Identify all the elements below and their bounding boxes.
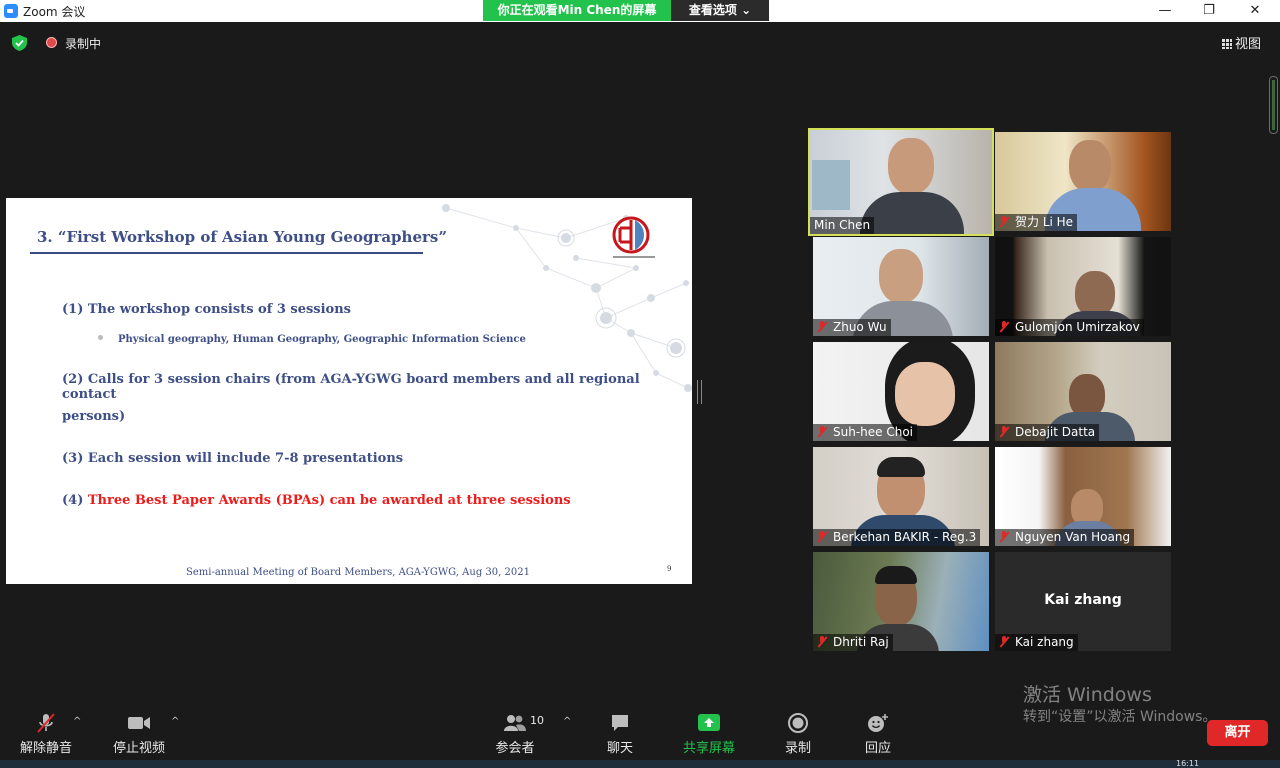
mic-muted-icon [37, 713, 55, 733]
activation-watermark-title: 激活 Windows [1023, 684, 1152, 706]
viewing-screen-banner: 你正在观看Min Chen的屏幕 [483, 0, 671, 21]
recording-icon [46, 37, 57, 48]
split-resize-handle[interactable] [697, 380, 702, 404]
mic-muted-icon [817, 426, 827, 437]
share-screen-button[interactable]: 共享屏幕 [678, 712, 740, 756]
mic-muted-icon [999, 426, 1009, 437]
participant-name: Zhuo Wu [813, 319, 891, 336]
slide-item-2: (2) Calls for 3 session chairs (from AGA… [62, 372, 640, 402]
shield-icon[interactable] [12, 35, 27, 51]
item-4-prefix: (4) [62, 493, 88, 508]
participant-name: 贺力 Li He [995, 214, 1078, 231]
video-tile-nguyen[interactable]: Nguyen Van Hoang [995, 447, 1171, 546]
unmute-label: 解除静音 [19, 741, 72, 756]
slide-title: 3. “First Workshop of Asian Young Geogra… [37, 228, 447, 246]
mic-muted-icon [999, 321, 1009, 332]
taskbar-clock: 16:11 [1176, 759, 1200, 768]
slide-page-number: 9 [667, 565, 672, 573]
chat-bubble-icon [612, 715, 628, 731]
mic-muted-icon [817, 636, 827, 647]
participant-name: Suh-hee Choi [813, 424, 918, 441]
video-options-chevron-icon[interactable]: ^ [171, 716, 179, 727]
restore-button[interactable]: ❐ [1186, 0, 1232, 22]
participants-icon [504, 715, 526, 731]
slide-footer: Semi-annual Meeting of Board Members, AG… [186, 567, 530, 578]
record-label: 录制 [784, 741, 811, 756]
video-camera-icon [128, 717, 150, 729]
mic-muted-icon [817, 531, 827, 542]
leave-meeting-button[interactable]: 离开 [1207, 720, 1268, 746]
video-tile-debajit[interactable]: Debajit Datta [995, 342, 1171, 441]
minimize-button[interactable]: — [1142, 0, 1188, 22]
window-title-bar: Zoom 会议 你正在观看Min Chen的屏幕 查看选项 ⌄ — ❐ ✕ [0, 0, 1280, 22]
participant-name: Berkehan BAKIR - Reg.3 [813, 529, 981, 546]
shared-screen-slide: 3. “First Workshop of Asian Young Geogra… [6, 198, 692, 584]
participant-name: Gulomjon Umirzakov [995, 319, 1144, 336]
slide-item-1: (1) The workshop consists of 3 sessions [62, 302, 352, 317]
video-tile-zhuo-wu[interactable]: Zhuo Wu [813, 237, 989, 336]
zoom-app-icon [4, 4, 18, 18]
participants-count: 10 [530, 714, 544, 727]
participant-name: Debajit Datta [995, 424, 1100, 441]
smiley-icon [868, 714, 888, 732]
windows-taskbar: 16:11 [0, 760, 1280, 768]
video-tile-kai-zhang[interactable]: Kai zhang Kai zhang [995, 552, 1171, 651]
participants-chevron-icon[interactable]: ^ [563, 716, 571, 727]
share-screen-icon [698, 714, 720, 731]
participant-name: Kai zhang [995, 634, 1078, 651]
stop-video-label: 停止视频 [112, 741, 165, 756]
participants-label: 参会者 [495, 741, 535, 756]
reactions-button[interactable]: 回应 [854, 712, 902, 756]
mic-muted-icon [999, 531, 1009, 542]
record-icon [788, 713, 808, 733]
video-tile-berkehan[interactable]: Berkehan BAKIR - Reg.3 [813, 447, 989, 546]
slide-sub-item: Physical geography, Human Geography, Geo… [118, 334, 526, 345]
participant-name: Nguyen Van Hoang [995, 529, 1135, 546]
view-options-label: 查看选项 [688, 3, 737, 17]
recording-status: 录制中 [65, 37, 102, 51]
mic-muted-icon [999, 636, 1009, 647]
share-screen-label: 共享屏幕 [682, 741, 735, 756]
participant-center-name: Kai zhang [1044, 592, 1122, 608]
window-title: Zoom 会议 [23, 5, 86, 19]
grid-view-icon [1222, 39, 1232, 49]
slide-item-3: (3) Each session will include 7-8 presen… [62, 451, 404, 466]
title-underline [30, 252, 423, 254]
slide-item-2-cont: persons) [62, 409, 126, 424]
view-label: 视图 [1235, 37, 1262, 52]
activation-watermark-text: 转到“设置”以激活 Windows。 [1023, 709, 1217, 725]
record-button[interactable]: 录制 [774, 712, 822, 756]
participant-name: Dhriti Raj [813, 634, 893, 651]
item-4-highlight: Three Best Paper Awards (BPAs) can be aw… [87, 493, 571, 508]
video-tile-min-chen[interactable]: Min Chen [808, 128, 994, 236]
aga-logo [612, 216, 655, 258]
mic-muted-icon [999, 216, 1009, 227]
video-tile-dhriti[interactable]: Dhriti Raj [813, 552, 989, 651]
audio-options-chevron-icon[interactable]: ^ [73, 716, 81, 727]
chat-label: 聊天 [606, 741, 633, 756]
video-tile-gulomjon[interactable]: Gulomjon Umirzakov [995, 237, 1171, 336]
participant-name: Min Chen [810, 217, 875, 234]
video-tile-li-he[interactable]: 贺力 Li He [995, 132, 1171, 231]
video-tile-suh-hee[interactable]: Suh-hee Choi [813, 342, 989, 441]
sub-bullet [98, 335, 103, 340]
view-options-button[interactable]: 查看选项 ⌄ [671, 0, 769, 21]
mic-muted-icon [817, 321, 827, 332]
chat-button[interactable]: 聊天 [596, 712, 644, 756]
slide-item-4: (4) Three Best Paper Awards (BPAs) can b… [62, 493, 571, 508]
stop-video-button[interactable]: 停止视频 [109, 712, 169, 756]
unmute-button[interactable]: 解除静音 [16, 712, 76, 756]
reactions-label: 回应 [864, 741, 891, 756]
gallery-scrollbar[interactable] [1269, 76, 1278, 134]
close-button[interactable]: ✕ [1232, 0, 1278, 22]
chevron-down-icon: ⌄ [741, 3, 752, 17]
view-button[interactable]: 视图 [1222, 33, 1268, 53]
